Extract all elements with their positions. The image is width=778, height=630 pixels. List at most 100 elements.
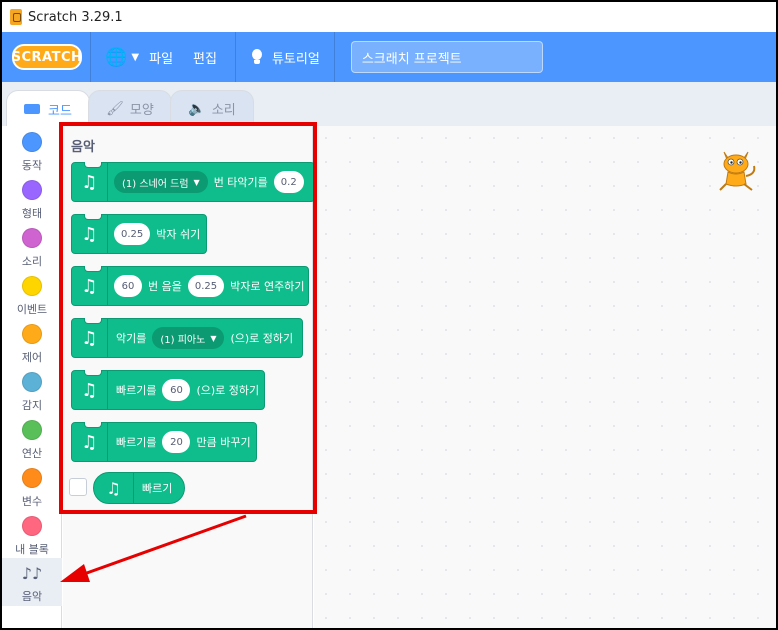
block-change-tempo[interactable]: ♫ 빠르기를 20 만큼 바꾸기 bbox=[71, 422, 257, 462]
menu-divider bbox=[90, 32, 91, 82]
category-label: 감지 bbox=[21, 399, 43, 412]
instrument-value: (1) 피아노 bbox=[160, 334, 206, 346]
music-notes-icon: ♫ bbox=[72, 319, 108, 357]
drum-dropdown[interactable]: (1) 스네어 드럼 ▼ bbox=[114, 171, 208, 193]
category-label: 소리 bbox=[21, 255, 43, 268]
block-text: 박자 쉬기 bbox=[156, 228, 201, 241]
tab-sounds[interactable]: 🔈 소리 bbox=[170, 90, 254, 126]
category-label: 내 블록 bbox=[15, 543, 49, 556]
category-label: 이벤트 bbox=[16, 303, 48, 316]
category-motion[interactable]: 동작 bbox=[2, 132, 62, 180]
window-title: Scratch 3.29.1 bbox=[28, 9, 123, 25]
paintbrush-icon: 🖌 bbox=[106, 100, 124, 117]
block-text: 번 음을 bbox=[148, 280, 182, 293]
category-control[interactable]: 제어 bbox=[2, 324, 62, 372]
beats-input[interactable]: 0.25 bbox=[187, 275, 225, 297]
category-variables[interactable]: 변수 bbox=[2, 468, 62, 516]
tempo-input[interactable]: 60 bbox=[162, 379, 191, 401]
tab-costumes[interactable]: 🖌 모양 bbox=[88, 90, 172, 126]
category-dot bbox=[22, 180, 42, 200]
category-music[interactable]: ♪♪ 음악 bbox=[2, 558, 62, 606]
category-dot bbox=[22, 516, 42, 536]
block-text: (으)로 정하기 bbox=[230, 332, 294, 345]
category-dot bbox=[22, 420, 42, 440]
palette-section-title: 음악 bbox=[71, 140, 95, 155]
scratch-logo[interactable]: SCRATCH bbox=[12, 44, 82, 70]
category-dot bbox=[22, 468, 42, 488]
category-dot bbox=[22, 132, 42, 152]
speaker-icon: 🔈 bbox=[188, 100, 206, 117]
music-notes-icon: ♪♪ bbox=[21, 564, 43, 583]
block-text: (으)로 정하기 bbox=[196, 384, 260, 397]
tab-costumes-label: 모양 bbox=[129, 103, 154, 118]
category-events[interactable]: 이벤트 bbox=[2, 276, 62, 324]
beats-input[interactable]: 0.2 bbox=[273, 171, 304, 193]
category-looks[interactable]: 형태 bbox=[2, 180, 62, 228]
tutorial-button[interactable]: 튜토리얼 bbox=[244, 48, 326, 67]
category-operators[interactable]: 연산 bbox=[2, 420, 62, 468]
category-menu: 동작 형태 소리 이벤트 제어 감지 연산 변수 내 블록 ♪♪ 음악 bbox=[2, 126, 62, 628]
tab-sounds-label: 소리 bbox=[211, 103, 236, 118]
language-menu[interactable]: 🌐 ▼ bbox=[105, 47, 139, 68]
edit-menu[interactable]: 편집 bbox=[183, 48, 227, 67]
drum-value: (1) 스네어 드럼 bbox=[122, 178, 189, 190]
block-palette: 음악 ♫ (1) 스네어 드럼 ▼ 번 타악기를 0.2 ♫ 0.25 박자 쉬기… bbox=[63, 126, 315, 628]
category-sound[interactable]: 소리 bbox=[2, 228, 62, 276]
block-rest[interactable]: ♫ 0.25 박자 쉬기 bbox=[71, 214, 207, 254]
app-window: Scratch 3.29.1 SCRATCH 🌐 ▼ 파일 편집 튜토리얼 스크… bbox=[0, 0, 778, 630]
block-text: 번 타악기를 bbox=[213, 176, 268, 189]
code-icon bbox=[24, 104, 41, 114]
tab-code-label: 코드 bbox=[48, 103, 72, 119]
category-my-blocks[interactable]: 내 블록 bbox=[2, 516, 62, 564]
title-bar: Scratch 3.29.1 bbox=[2, 2, 776, 32]
menu-divider bbox=[333, 32, 335, 82]
block-text: 박자로 연주하기 bbox=[230, 280, 305, 293]
lightbulb-icon bbox=[250, 48, 264, 66]
beats-input[interactable]: 0.25 bbox=[114, 223, 151, 245]
music-notes-icon: ♫ bbox=[72, 163, 108, 201]
menu-divider bbox=[234, 32, 236, 82]
category-dot bbox=[22, 324, 42, 344]
music-notes-icon: ♫ bbox=[72, 215, 108, 253]
category-dot bbox=[22, 276, 42, 296]
block-play-note[interactable]: ♫ 60 번 음을 0.25 박자로 연주하기 bbox=[71, 266, 309, 306]
tab-code[interactable]: 코드 bbox=[6, 90, 90, 127]
block-text: 빠르기 bbox=[142, 482, 173, 495]
category-label: 제어 bbox=[21, 351, 43, 364]
block-play-drum[interactable]: ♫ (1) 스네어 드럼 ▼ 번 타악기를 0.2 bbox=[71, 162, 315, 202]
block-set-tempo[interactable]: ♫ 빠르기를 60 (으)로 정하기 bbox=[71, 370, 265, 410]
category-dot bbox=[22, 372, 42, 392]
category-label: 연산 bbox=[21, 447, 43, 460]
category-label: 음악 bbox=[21, 590, 43, 603]
block-text: 악기를 bbox=[116, 332, 147, 345]
block-set-instrument[interactable]: ♫ 악기를 (1) 피아노 ▼ (으)로 정하기 bbox=[71, 318, 303, 358]
chevron-down-icon: ▼ bbox=[131, 51, 140, 63]
instrument-dropdown[interactable]: (1) 피아노 ▼ bbox=[152, 327, 225, 349]
category-dot bbox=[22, 228, 42, 248]
category-label: 동작 bbox=[21, 159, 43, 172]
tempo-monitor-checkbox[interactable] bbox=[69, 478, 87, 496]
category-label: 변수 bbox=[21, 495, 43, 508]
music-notes-icon: ♫ bbox=[94, 473, 134, 503]
block-text: 만큼 바꾸기 bbox=[196, 436, 251, 449]
note-input[interactable]: 60 bbox=[114, 275, 142, 297]
menu-bar: SCRATCH 🌐 ▼ 파일 편집 튜토리얼 스크래치 프로젝트 bbox=[2, 32, 776, 82]
music-notes-icon: ♫ bbox=[72, 371, 108, 409]
project-title-input[interactable]: 스크래치 프로젝트 bbox=[350, 41, 543, 73]
tempo-change-input[interactable]: 20 bbox=[162, 431, 191, 453]
block-text: 빠르기를 bbox=[116, 384, 157, 397]
music-notes-icon: ♫ bbox=[72, 423, 108, 461]
scratch-app-icon bbox=[10, 9, 22, 25]
tutorial-label: 튜토리얼 bbox=[271, 51, 320, 67]
code-workspace[interactable] bbox=[314, 126, 776, 628]
editor-tabs: 코드 🖌 모양 🔈 소리 bbox=[2, 82, 776, 127]
category-sensing[interactable]: 감지 bbox=[2, 372, 62, 420]
chevron-down-icon: ▼ bbox=[210, 333, 217, 343]
sprite-cat-icon bbox=[719, 151, 756, 191]
file-menu[interactable]: 파일 bbox=[139, 48, 183, 67]
globe-icon: 🌐 bbox=[105, 46, 128, 68]
music-notes-icon: ♫ bbox=[72, 267, 108, 305]
category-label: 형태 bbox=[21, 207, 43, 220]
block-tempo-reporter[interactable]: ♫ 빠르기 bbox=[93, 472, 185, 504]
chevron-down-icon: ▼ bbox=[193, 177, 200, 187]
